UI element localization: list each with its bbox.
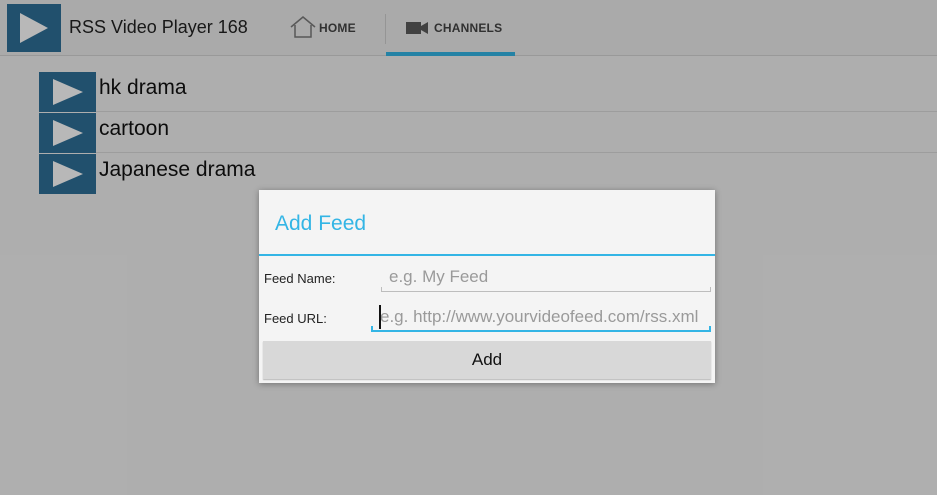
add-feed-dialog: Add Feed Feed Name: Feed URL: Add [259, 190, 715, 383]
text-cursor [379, 305, 381, 329]
dialog-title-divider [259, 254, 715, 256]
field-underline-focused [371, 330, 711, 332]
feed-url-field [371, 302, 711, 332]
add-button[interactable]: Add [263, 341, 711, 379]
feed-url-input[interactable] [371, 302, 711, 332]
field-underline [381, 291, 711, 292]
feed-name-label: Feed Name: [264, 271, 336, 286]
dialog-title: Add Feed [275, 212, 367, 235]
field-underline-tick [710, 287, 711, 292]
field-underline-tick [371, 326, 373, 332]
feed-url-label: Feed URL: [264, 311, 327, 326]
feed-name-field [381, 262, 711, 292]
field-underline-tick [709, 326, 711, 332]
field-underline-tick [381, 287, 382, 292]
feed-name-input[interactable] [381, 262, 711, 292]
